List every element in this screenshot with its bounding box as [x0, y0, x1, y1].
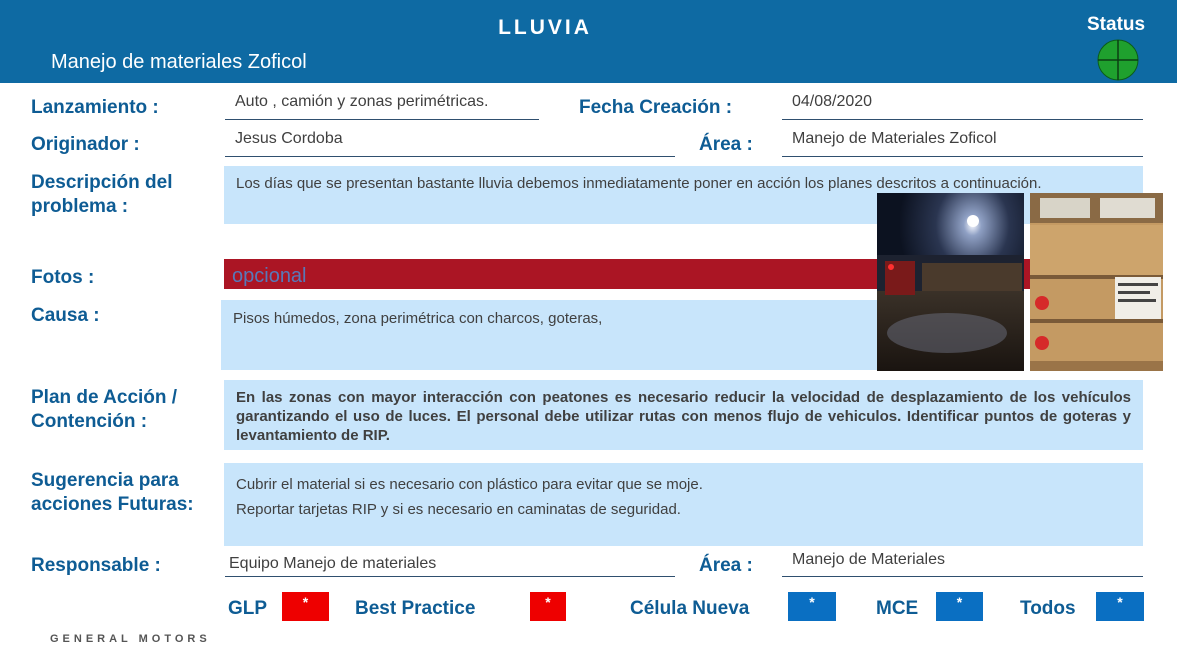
- photo-material-boxes-image: [1030, 193, 1163, 371]
- flag-glp-marker[interactable]: *: [282, 592, 329, 621]
- plan-accion-label: Plan de Acción / Contención :: [31, 386, 177, 434]
- plan-accion-label-line2: Contención :: [31, 411, 148, 432]
- area-top-value: Manejo de Materiales Zoficol: [792, 130, 997, 147]
- responsable-value: Equipo Manejo de materiales: [229, 555, 437, 572]
- originador-label: Originador :: [31, 134, 140, 155]
- sugerencia-label-line1: Sugerencia para: [31, 470, 179, 491]
- plan-accion-label-line1: Plan de Acción /: [31, 387, 178, 408]
- plan-accion-value: En las zonas con mayor interacción con p…: [236, 389, 1131, 444]
- flag-todos-marker[interactable]: *: [1096, 592, 1144, 621]
- plan-accion-box: En las zonas con mayor interacción con p…: [224, 380, 1143, 450]
- sugerencia-box: Cubrir el material si es necesario con p…: [224, 463, 1143, 546]
- responsable-label: Responsable :: [31, 555, 161, 576]
- photo-wet-yard-image: [877, 193, 1024, 371]
- status-crosshair-icon: [1097, 39, 1139, 81]
- fecha-creacion-value: 04/08/2020: [792, 93, 873, 110]
- area-bottom-value: Manejo de Materiales: [792, 551, 945, 568]
- general-motors-logo: GENERAL MOTORS: [50, 633, 211, 645]
- descripcion-label-line1: Descripción del: [31, 172, 173, 193]
- header-banner: LLUVIA Manejo de materiales Zoficol Stat…: [0, 0, 1177, 83]
- fecha-creacion-underline: [782, 119, 1143, 120]
- lanzamiento-value: Auto , camión y zonas perimétricas.: [235, 93, 489, 110]
- fecha-creacion-label: Fecha Creación :: [579, 97, 733, 118]
- sugerencia-label: Sugerencia para acciones Futuras:: [31, 469, 194, 517]
- page-title: LLUVIA: [498, 16, 592, 39]
- responsable-underline: [225, 576, 675, 577]
- page-subtitle: Manejo de materiales Zoficol: [51, 51, 307, 73]
- fotos-label: Fotos :: [31, 267, 95, 288]
- causa-value: Pisos húmedos, zona perimétrica con char…: [233, 310, 603, 327]
- descripcion-label-line2: problema :: [31, 196, 129, 217]
- descripcion-label: Descripción del problema :: [31, 171, 173, 219]
- flag-celula-nueva-label: Célula Nueva: [630, 598, 750, 619]
- sugerencia-label-line2: acciones Futuras:: [31, 494, 194, 515]
- sugerencia-line2: Reportar tarjetas RIP y si es necesario …: [236, 501, 681, 518]
- photo-wet-yard: [877, 193, 1024, 371]
- area-bottom-underline: [782, 576, 1143, 577]
- flag-mce-label: MCE: [876, 598, 919, 619]
- lanzamiento-label: Lanzamiento :: [31, 97, 159, 118]
- area-top-underline: [782, 156, 1143, 157]
- flag-best-practice-label: Best Practice: [355, 598, 476, 619]
- area-bottom-label: Área :: [699, 555, 753, 576]
- lesson-learned-sheet: LLUVIA Manejo de materiales Zoficol Stat…: [0, 0, 1177, 664]
- fotos-placeholder: opcional: [232, 265, 307, 287]
- originador-underline: [225, 156, 675, 157]
- lanzamiento-underline: [225, 119, 539, 120]
- status-label: Status: [1087, 14, 1146, 35]
- sugerencia-value: Cubrir el material si es necesario con p…: [224, 463, 1143, 530]
- flag-celula-nueva-marker[interactable]: *: [788, 592, 836, 621]
- causa-box: Pisos húmedos, zona perimétrica con char…: [221, 300, 881, 370]
- originador-value: Jesus Cordoba: [235, 130, 343, 147]
- area-top-label: Área :: [699, 134, 753, 155]
- causa-label: Causa :: [31, 305, 100, 326]
- flag-todos-label: Todos: [1020, 598, 1076, 619]
- flag-glp-label: GLP: [228, 598, 268, 619]
- photo-material-boxes: [1030, 193, 1163, 371]
- sugerencia-line1: Cubrir el material si es necesario con p…: [236, 476, 703, 493]
- flag-mce-marker[interactable]: *: [936, 592, 983, 621]
- flag-best-practice-marker[interactable]: *: [530, 592, 566, 621]
